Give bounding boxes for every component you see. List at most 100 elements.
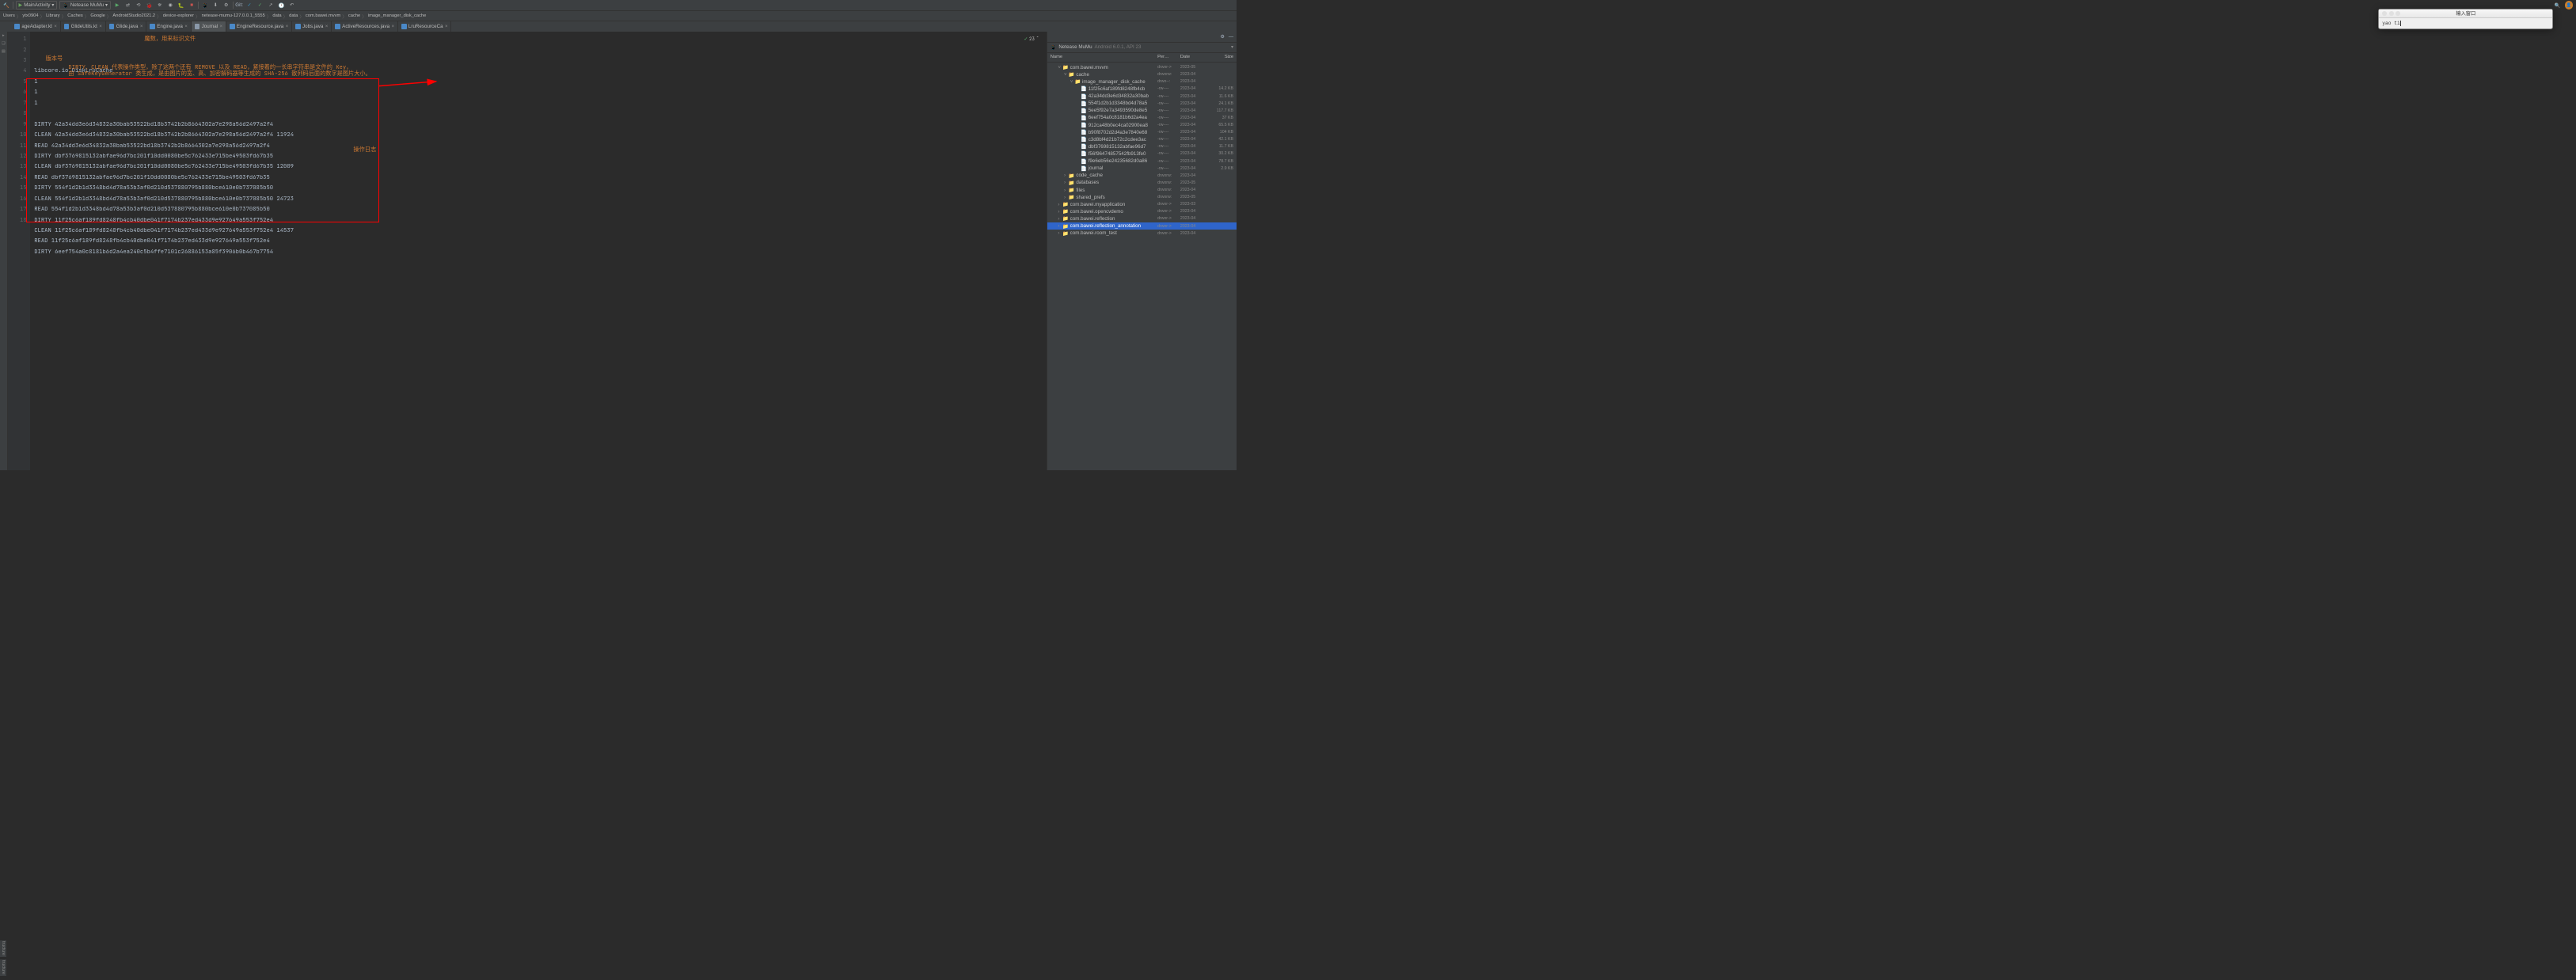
- file-row[interactable]: 📄dbf3769815132abfae96d7-rw----2023-0411.…: [1047, 143, 1237, 150]
- breadcrumb-item[interactable]: Users: [3, 13, 15, 18]
- min-light[interactable]: [2389, 11, 2394, 16]
- note-header: 魔数，用来标识文件: [144, 34, 196, 44]
- breadcrumb-item[interactable]: cache: [348, 13, 360, 18]
- max-light[interactable]: [2396, 11, 2400, 16]
- run-config-dropdown[interactable]: ▶ MainActivity ▾: [16, 1, 58, 9]
- editor-content[interactable]: ✓ 23 ˇ libcore.io.DiskLruCache 1 1 1 DIR…: [30, 32, 1047, 470]
- breadcrumb-item[interactable]: data: [289, 13, 298, 18]
- chevron-down-icon: ▾: [51, 2, 54, 8]
- git-push-icon[interactable]: ↗: [267, 1, 275, 9]
- file-row[interactable]: 📄f56f96474857542fb913fe0-rw----2023-0430…: [1047, 150, 1237, 158]
- breadcrumb-item[interactable]: Library: [46, 13, 60, 18]
- note-log: 操作日志: [353, 145, 376, 155]
- breadcrumb-item[interactable]: Google: [90, 13, 105, 18]
- hammer-icon[interactable]: 🔨: [2, 1, 11, 9]
- file-row[interactable]: ›📁com.bawei.reflectiondrwxr->2023-04: [1047, 215, 1237, 222]
- breadcrumb-item[interactable]: device-explorer: [163, 13, 194, 18]
- file-row[interactable]: ›📁com.bawei.reflection_annotationdrwxr->…: [1047, 222, 1237, 230]
- file-row[interactable]: 📄6eef754a0c8181b6d2a4ea-rw----2023-0437 …: [1047, 114, 1237, 121]
- editor-tabs: ageAdapter.kt×GlideUtils.kt×Glide.java×E…: [0, 21, 1237, 32]
- file-row[interactable]: ˅📁image_manager_disk_cachedrwx--:2023-04: [1047, 78, 1237, 85]
- file-row[interactable]: ˅📁cachedrwxrw:2023-04: [1047, 71, 1237, 78]
- file-row[interactable]: ›📁shared_prefsdrwxrw:2023-05: [1047, 194, 1237, 201]
- tab-Jobsjava[interactable]: Jobs.java×: [292, 21, 332, 32]
- run-icon[interactable]: ▶: [113, 1, 122, 9]
- close-icon[interactable]: ×: [54, 24, 57, 29]
- breadcrumb-item[interactable]: AndroidStudio2021.2: [112, 13, 155, 18]
- git-commit-icon[interactable]: ✓: [256, 1, 264, 9]
- avatar[interactable]: 👤: [2565, 1, 2574, 9]
- tab-Journal[interactable]: Journal×: [192, 21, 226, 32]
- close-icon[interactable]: ×: [140, 24, 143, 29]
- file-row[interactable]: ›📁code_cachedrwxrw:2023-04: [1047, 172, 1237, 179]
- file-row[interactable]: 📄554f1d2b1d3348bd4d78a5-rw----2023-0424.…: [1047, 100, 1237, 107]
- coverage-icon[interactable]: ⛯: [156, 1, 165, 9]
- undo-icon[interactable]: ↶: [288, 1, 297, 9]
- close-icon[interactable]: ×: [220, 24, 223, 29]
- file-row[interactable]: ›📁com.bawei.opencvdemodrwxr->2023-04: [1047, 208, 1237, 215]
- tab-Enginejava[interactable]: Engine.java×: [146, 21, 191, 32]
- sdk-manager-icon[interactable]: ⬇: [211, 1, 220, 9]
- tab-GlideUtilskt[interactable]: GlideUtils.kt×: [61, 21, 106, 32]
- tab-ActiveResourcesjava[interactable]: ActiveResources.java×: [332, 21, 398, 32]
- file-row[interactable]: ›📁com.bawei.myapplicationdrwxr->2023-03: [1047, 201, 1237, 208]
- avd-manager-icon[interactable]: 📱: [201, 1, 210, 9]
- close-icon[interactable]: ×: [286, 24, 289, 29]
- file-row[interactable]: 📄b90f8702d2d4a3e7840e68-rw----2023-04104…: [1047, 129, 1237, 136]
- analysis-badge[interactable]: ✓ 23 ˇ: [1024, 34, 1039, 44]
- tab-LruResourceCa[interactable]: LruResourceCa×: [398, 21, 451, 32]
- minimize-icon[interactable]: —: [1229, 34, 1233, 40]
- file-row[interactable]: ›📁databasesdrwxrw:2023-05: [1047, 179, 1237, 186]
- file-row[interactable]: 📄42a34dd3e6d34832a30bab-rw----2023-0411.…: [1047, 93, 1237, 100]
- breadcrumb-item[interactable]: image_manager_disk_cache: [368, 13, 427, 18]
- breadcrumb-item[interactable]: Caches: [67, 13, 83, 18]
- close-icon[interactable]: ×: [445, 24, 448, 29]
- close-icon[interactable]: ×: [325, 24, 329, 29]
- file-row[interactable]: 📄912ca48b0ec4ca02900ea8-rw----2023-0465.…: [1047, 121, 1237, 128]
- close-light[interactable]: [2382, 11, 2387, 16]
- breadcrumb-item[interactable]: com.bawei.mvvm: [306, 13, 340, 18]
- breadcrumb-sep: 〉: [283, 13, 288, 20]
- breadcrumb: Users 〉ytx0904 〉Library 〉Caches 〉Google …: [0, 11, 1237, 21]
- file-row[interactable]: 📄11f25c6af189fd8248fb4cb-rw----2023-0414…: [1047, 85, 1237, 93]
- profiler-icon[interactable]: ◉: [166, 1, 175, 9]
- device-selector[interactable]: 📱 Netease MuMu Android 6.0.1, API 23 ▾: [1047, 43, 1237, 53]
- breadcrumb-item[interactable]: data: [272, 13, 281, 18]
- breadcrumb-item[interactable]: ytx0904: [22, 13, 38, 18]
- git-history-icon[interactable]: 🕐: [277, 1, 286, 9]
- close-icon[interactable]: ×: [99, 24, 102, 29]
- stop-icon[interactable]: ■: [188, 1, 196, 9]
- file-row[interactable]: 📄c3d8bf4d21b72c2cdee3ac-rw----2023-0442.…: [1047, 136, 1237, 143]
- breadcrumb-item[interactable]: netease-mumu-127.0.0.1_5555: [202, 13, 265, 18]
- bookmarks-icon[interactable]: ❑: [2, 42, 5, 46]
- tab-ageAdapterkt[interactable]: ageAdapter.kt×: [11, 21, 60, 32]
- popup-titlebar[interactable]: 输入窗口: [2379, 9, 2552, 19]
- file-row[interactable]: 📄journal-rw----2023-042.9 KB: [1047, 165, 1237, 172]
- file-tree[interactable]: ˅📁com.bawei.mvvmdrwxr->2023-05˅📁cachedrw…: [1047, 63, 1237, 471]
- run-dropdown-icon[interactable]: ⇄: [123, 1, 132, 9]
- attach-debugger-icon[interactable]: 🐛: [177, 1, 185, 9]
- structure-label-2[interactable]: tructure: [0, 959, 6, 977]
- structure-icon[interactable]: ▤: [2, 50, 6, 54]
- file-row[interactable]: 📄5ee5f92e7a3493590de8e5-rw----2023-04117…: [1047, 107, 1237, 114]
- git-pull-icon[interactable]: ✓: [245, 1, 254, 9]
- file-row[interactable]: ˅📁com.bawei.mvvmdrwxr->2023-05: [1047, 64, 1237, 71]
- project-tool-icon[interactable]: ▸: [2, 34, 4, 38]
- resource-manager-icon[interactable]: ⚙: [222, 1, 230, 9]
- file-row[interactable]: ›📁com.bawei.room_testdrwxr->2023-04: [1047, 230, 1237, 237]
- popup-input[interactable]: yao ti: [2379, 18, 2552, 28]
- gear-icon[interactable]: ⚙: [1220, 34, 1225, 40]
- structure-label[interactable]: tructure: [0, 940, 6, 958]
- input-popup[interactable]: 输入窗口 yao ti: [2378, 9, 2553, 29]
- file-row[interactable]: ›📁filesdrwxrw:2023-04: [1047, 186, 1237, 193]
- tab-Glidejava[interactable]: Glide.java×: [106, 21, 147, 32]
- close-icon[interactable]: ×: [184, 24, 188, 29]
- device-dropdown[interactable]: 📱 Netease MuMu ▾: [59, 1, 111, 9]
- debug-icon[interactable]: 🐞: [145, 1, 154, 9]
- file-row[interactable]: 📄f9e6eb56e24235682d0a86-rw----2023-0478.…: [1047, 158, 1237, 165]
- tab-EngineResourcejava[interactable]: EngineResource.java×: [226, 21, 292, 32]
- apply-changes-icon[interactable]: ⟲: [135, 1, 143, 9]
- breadcrumb-sep: 〉: [107, 13, 112, 20]
- search-icon[interactable]: 🔍: [2553, 1, 2562, 9]
- close-icon[interactable]: ×: [392, 24, 395, 29]
